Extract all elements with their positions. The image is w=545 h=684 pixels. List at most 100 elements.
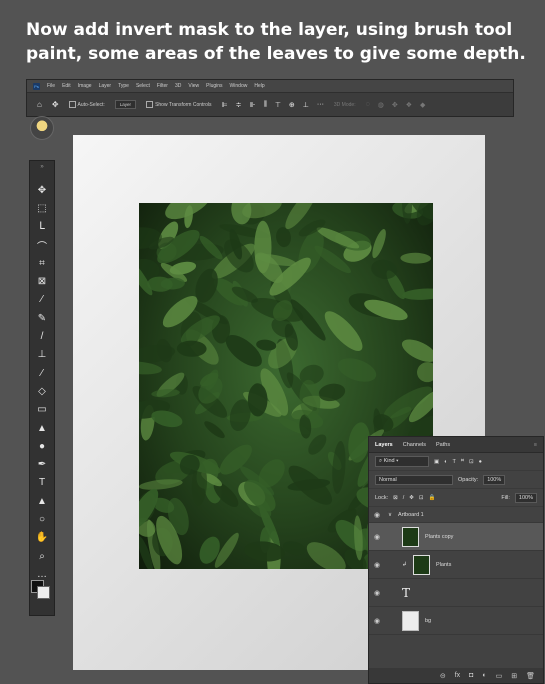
- filter-adjust-icon[interactable]: ◐: [444, 459, 447, 465]
- clone-stamp-tool-icon[interactable]: ⊥: [30, 346, 54, 364]
- history-brush-tool-icon[interactable]: ⁄: [30, 364, 54, 382]
- menu-type[interactable]: Type: [118, 83, 129, 89]
- layer-thumbnail: [402, 610, 419, 631]
- align-left-icon[interactable]: ⊫: [221, 101, 227, 109]
- eraser-tool-icon[interactable]: ◇: [30, 382, 54, 400]
- move-tool-icon[interactable]: ✥: [52, 100, 59, 109]
- align-top-icon[interactable]: ⊤: [275, 101, 281, 109]
- menu-3d[interactable]: 3D: [175, 83, 181, 89]
- filter-type-icon[interactable]: T: [453, 459, 456, 465]
- new-group-icon[interactable]: ▭: [496, 672, 503, 680]
- align-middle-icon[interactable]: ⊕: [289, 101, 295, 109]
- visibility-eye-icon[interactable]: ◉: [374, 561, 382, 569]
- filter-smart-icon[interactable]: ⊡: [469, 459, 474, 465]
- adjustment-layer-icon[interactable]: ◐: [482, 672, 486, 679]
- layers-footer: ⊝ fx ◘ ◐ ▭ ⊞ 🗑: [369, 668, 543, 683]
- lock-pixels-icon[interactable]: ⊠: [393, 495, 398, 501]
- visibility-eye-icon[interactable]: ◉: [374, 589, 382, 597]
- eyedropper-tool-icon[interactable]: ⁄: [30, 291, 54, 309]
- lasso-tool-icon[interactable]: ᒪ: [30, 218, 54, 236]
- menu-help[interactable]: Help: [254, 83, 264, 89]
- pen-tool-icon[interactable]: ✒: [30, 455, 54, 473]
- tutorial-caption: Now add invert mask to the layer, using …: [26, 20, 526, 64]
- filter-kind-dropdown[interactable]: ⌕ Kind ▾: [375, 456, 429, 467]
- frame-tool-icon[interactable]: ⊠: [30, 272, 54, 290]
- leaf-shape: [402, 288, 433, 300]
- scale-3d-icon[interactable]: ◆: [420, 101, 425, 109]
- menu-view[interactable]: View: [188, 83, 199, 89]
- pan-3d-icon[interactable]: ✥: [392, 101, 398, 109]
- blur-tool-icon[interactable]: ▲: [30, 419, 54, 437]
- lock-position-icon[interactable]: ✥: [409, 495, 414, 501]
- lock-paint-icon[interactable]: /: [403, 495, 405, 501]
- healing-tool-icon[interactable]: ✎: [30, 309, 54, 327]
- lock-artboard-icon[interactable]: ⊡: [419, 495, 424, 501]
- align-bottom-icon[interactable]: ⊥: [303, 101, 309, 109]
- leaf-shape: [401, 203, 413, 224]
- tools-panel: » ✥ ⬚ ᒪ ⌒ ⌗ ⊠ ⁄ ✎ / ⊥ ⁄ ◇ ▭ ▲ ● ✒ T ▲ ○ ✋ ⌕…: [29, 160, 55, 616]
- visibility-eye-icon[interactable]: ◉: [374, 533, 382, 541]
- opacity-field[interactable]: 100%: [483, 474, 506, 485]
- home-icon[interactable]: ⌂: [37, 100, 42, 109]
- zoom-tool-icon[interactable]: ⌕: [30, 547, 54, 565]
- trash-icon[interactable]: 🗑: [526, 672, 535, 680]
- type-tool-icon[interactable]: T: [30, 474, 54, 492]
- collapse-toolbar-icon[interactable]: »: [30, 161, 54, 173]
- orbit-icon[interactable]: ◌: [366, 101, 370, 109]
- menu-layer[interactable]: Layer: [99, 83, 112, 89]
- menu-file[interactable]: File: [47, 83, 55, 89]
- align-center-icon[interactable]: ≑: [236, 101, 242, 109]
- leaf-shape: [400, 252, 431, 264]
- menu-image[interactable]: Image: [78, 83, 92, 89]
- leaf-shape: [151, 389, 180, 398]
- layer-plants-copy[interactable]: ◉ Plants copy: [369, 523, 543, 551]
- quick-select-tool-icon[interactable]: ⌒: [30, 236, 54, 254]
- menu-plugins[interactable]: Plugins: [206, 83, 222, 89]
- visibility-eye-icon[interactable]: ◉: [374, 617, 382, 625]
- ellipse-tool-icon[interactable]: ○: [30, 510, 54, 528]
- filter-pixel-icon[interactable]: ▣: [434, 459, 439, 465]
- link-layers-icon[interactable]: ⊝: [440, 672, 446, 680]
- tab-paths[interactable]: Paths: [436, 442, 450, 448]
- menu-window[interactable]: Window: [230, 83, 248, 89]
- filter-toggle-icon[interactable]: ●: [479, 459, 482, 465]
- crop-tool-icon[interactable]: ⌗: [30, 254, 54, 272]
- user-avatar[interactable]: [30, 116, 54, 140]
- lock-all-icon[interactable]: 🔒: [429, 495, 436, 501]
- text-layer-icon: T: [402, 585, 411, 600]
- slide-3d-icon[interactable]: ❖: [406, 101, 412, 109]
- move-tool-icon[interactable]: ✥: [30, 181, 54, 199]
- auto-select-dropdown[interactable]: Layer: [114, 100, 137, 109]
- roll-icon[interactable]: ◍: [378, 101, 384, 109]
- fx-icon[interactable]: fx: [455, 672, 460, 679]
- brush-tool-icon[interactable]: /: [30, 327, 54, 345]
- gradient-tool-icon[interactable]: ▭: [30, 401, 54, 419]
- menu-select[interactable]: Select: [136, 83, 150, 89]
- layer-bg[interactable]: ◉ bg: [369, 607, 543, 635]
- dodge-tool-icon[interactable]: ●: [30, 437, 54, 455]
- more-options-icon[interactable]: ···: [317, 101, 324, 109]
- show-transform-checkbox[interactable]: Show Transform Controls: [146, 101, 211, 108]
- fill-field[interactable]: 100%: [514, 492, 537, 503]
- auto-select-checkbox[interactable]: Auto-Select:: [68, 101, 105, 108]
- align-right-icon[interactable]: ⊪: [249, 101, 255, 109]
- panel-menu-icon[interactable]: ≡: [534, 442, 537, 448]
- menu-filter[interactable]: Filter: [157, 83, 168, 89]
- layer-plants[interactable]: ◉ ↲ Plants: [369, 551, 543, 579]
- tab-layers[interactable]: Layers: [375, 442, 393, 448]
- tab-channels[interactable]: Channels: [403, 442, 426, 448]
- path-select-tool-icon[interactable]: ▲: [30, 492, 54, 510]
- layer-artboard-1[interactable]: ◉ ∨ Artboard 1: [369, 507, 543, 523]
- filter-shape-icon[interactable]: ⌗: [461, 458, 464, 465]
- expand-chevron-icon[interactable]: ∨: [388, 512, 392, 518]
- hand-tool-icon[interactable]: ✋: [30, 529, 54, 547]
- blend-mode-dropdown[interactable]: Normal: [375, 474, 453, 485]
- background-color-swatch[interactable]: [37, 586, 50, 599]
- menu-edit[interactable]: Edit: [62, 83, 71, 89]
- distribute-icon[interactable]: ⫼: [264, 101, 267, 109]
- visibility-eye-icon[interactable]: ◉: [374, 511, 382, 519]
- new-layer-icon[interactable]: ⊞: [511, 672, 517, 680]
- artboard-tool-icon[interactable]: ⬚: [30, 199, 54, 217]
- layer-text[interactable]: ◉ T: [369, 579, 543, 607]
- add-mask-icon[interactable]: ◘: [469, 672, 473, 679]
